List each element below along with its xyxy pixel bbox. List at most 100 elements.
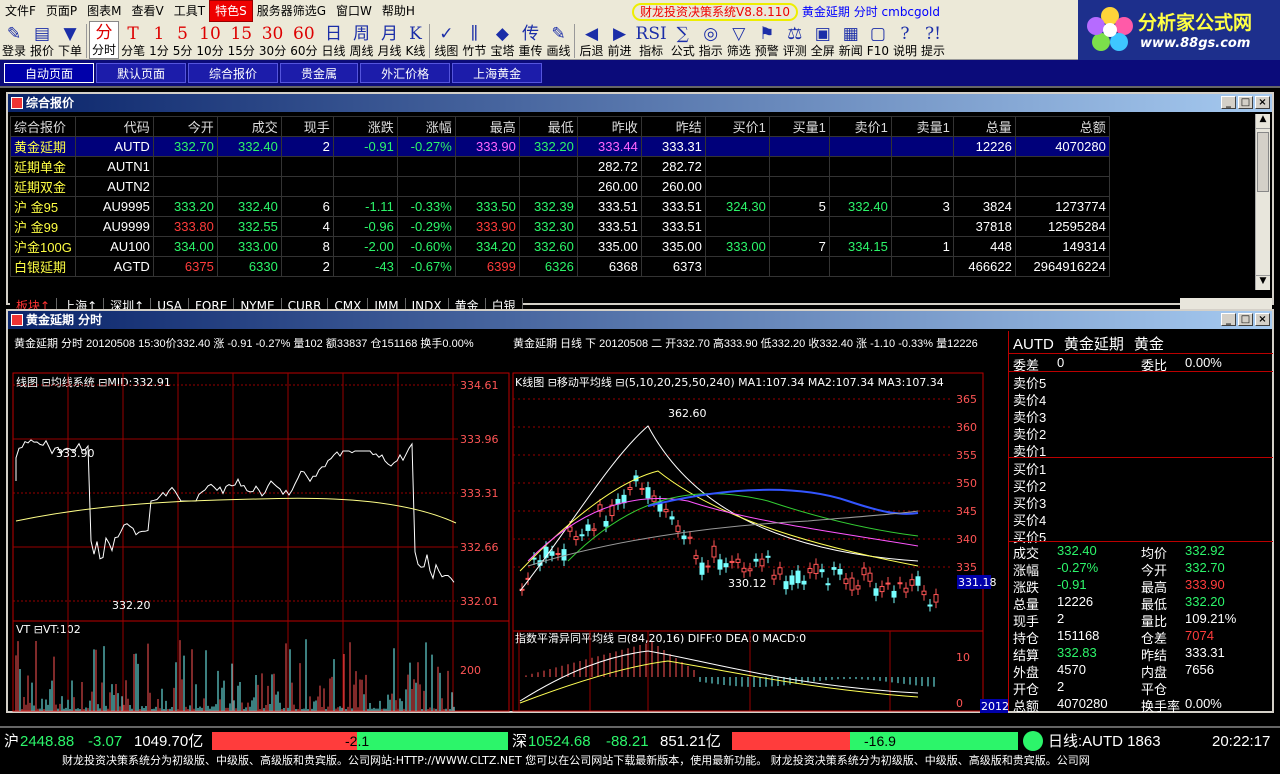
vertical-scrollbar[interactable]: ▲ ▼: [1255, 114, 1270, 290]
toolbar-button[interactable]: 10 10分: [194, 21, 225, 59]
minimize-button[interactable]: _: [1221, 313, 1236, 326]
charts-canvas[interactable]: 线图 ⊟均线系统 ⊟MID:332.91 VT ⊟VT:102 334.61 333.…: [8, 331, 1008, 713]
quote-table: 综合报价 代码 今开 成交 现手 涨跌 涨幅 最高 最低 昨收 昨结 买价1 买量1 卖价1 卖量1 总量 总额…: [10, 116, 1110, 277]
column-header[interactable]: 卖量1: [890, 116, 954, 137]
toolbar-button[interactable]: ✎ 登录: [0, 21, 28, 59]
side-cell: 7074: [1185, 628, 1214, 643]
toolbar-button[interactable]: ▼ 下单: [56, 21, 84, 59]
menu-item[interactable]: 工具T: [169, 1, 210, 21]
table-row[interactable]: 沪 金95 AU9995 333.20 332.40 6 -1.11 -0.33% 333.5…: [10, 196, 1110, 217]
column-header[interactable]: 最高: [454, 116, 520, 137]
close-button[interactable]: ×: [1255, 96, 1270, 109]
toolbar-button[interactable]: ▤ 报价: [28, 21, 56, 59]
menu-item[interactable]: 文件F: [0, 1, 41, 21]
candle-body: [921, 590, 927, 596]
scroll-down-icon[interactable]: ▼: [1256, 275, 1270, 290]
table-cell: 4070280: [1014, 136, 1110, 157]
page-tab[interactable]: 综合报价: [188, 63, 279, 83]
column-header[interactable]: 买量1: [768, 116, 830, 137]
column-header[interactable]: 昨收: [576, 116, 642, 137]
toolbar-button[interactable]: ✓ 线图: [432, 21, 460, 59]
table-row[interactable]: 黄金延期 AUTD 332.70 332.40 2 -0.91 -0.27% 333.90 33…: [10, 136, 1110, 157]
table-row[interactable]: 沪 金99 AU9999 333.80 332.55 4 -0.96 -0.29% 333.9…: [10, 216, 1110, 237]
menu-item[interactable]: 窗口W: [331, 1, 377, 21]
page-tab[interactable]: 默认页面: [96, 63, 187, 83]
page-tab[interactable]: 贵金属: [280, 63, 359, 83]
maximize-button[interactable]: □: [1238, 313, 1253, 326]
toolbar-button[interactable]: ▣ 全屏: [809, 21, 837, 59]
toolbar-button[interactable]: 30 30分: [257, 21, 288, 59]
table-row[interactable]: 沪金100G AU100 334.00 333.00 8 -2.00 -0.60% 334.2…: [10, 236, 1110, 257]
menu-item[interactable]: 页面P: [41, 1, 82, 21]
table-cell: 3: [890, 196, 954, 217]
column-header[interactable]: 成交: [216, 116, 282, 137]
news-ticker: 财龙投资决策系统分为初级版、中级版、高级版和贵宾版。公司网站:HTTP://WW…: [0, 752, 1280, 770]
toolbar-button[interactable]: 5 5分: [171, 21, 195, 59]
column-header[interactable]: 现手: [280, 116, 334, 137]
toolbar-button[interactable]: ⚑ 预警: [753, 21, 781, 59]
page-tab[interactable]: 上海黄金: [452, 63, 543, 83]
toolbar-button[interactable]: ✎ 画线: [544, 21, 572, 59]
column-header[interactable]: 总量: [952, 116, 1016, 137]
toolbar-button[interactable]: 日日线: [319, 21, 347, 59]
close-button[interactable]: ×: [1255, 313, 1270, 326]
toolbar-button[interactable]: T 分笔: [119, 21, 147, 59]
menu-item[interactable]: 服务器筛选G: [252, 1, 331, 21]
column-header[interactable]: 综合报价: [10, 116, 76, 137]
column-header[interactable]: 总额: [1014, 116, 1110, 137]
candle-body: [765, 555, 771, 558]
table-cell: 260.00: [576, 176, 642, 197]
table-row[interactable]: 延期双金 AUTN2 260.00 260.00: [10, 176, 1110, 197]
toolbar-button[interactable]: K K线: [404, 21, 428, 59]
column-header[interactable]: 卖价1: [828, 116, 892, 137]
toolbar-button[interactable]: ∑ 公式: [669, 21, 697, 59]
menu-item[interactable]: 查看V: [127, 1, 169, 21]
sz-value: 10524.68: [528, 733, 591, 750]
toolbar-button[interactable]: 15 15分: [226, 21, 257, 59]
column-header[interactable]: 代码: [74, 116, 154, 137]
toolbar-button[interactable]: 分分时: [89, 21, 120, 59]
toolbar-button[interactable]: 周周线: [348, 21, 376, 59]
toolbar-button[interactable]: ◎ 指示: [697, 21, 725, 59]
side-cell: 4570: [1057, 662, 1086, 677]
toolbar-button[interactable]: ◆ 宝塔: [488, 21, 516, 59]
menu-item[interactable]: 图表M: [82, 1, 126, 21]
minimize-button[interactable]: _: [1221, 96, 1236, 109]
toolbar-button[interactable]: 月月线: [376, 21, 404, 59]
column-header[interactable]: 涨跌: [332, 116, 398, 137]
table-row[interactable]: 白银延期 AGTD 6375 6330 2 -43 -0.67% 6399 6326 6368 63…: [10, 256, 1110, 277]
menu-item[interactable]: 帮助H: [377, 1, 420, 21]
toolbar-button[interactable]: ▢ F10: [865, 21, 891, 59]
toolbar-button[interactable]: RSI 指标: [634, 21, 669, 59]
sh-strength-fill: [212, 732, 357, 750]
toolbar-button[interactable]: ? 说明: [891, 21, 919, 59]
column-header[interactable]: 涨幅: [396, 116, 456, 137]
toolbar-button[interactable]: ◀ 后退: [577, 21, 605, 59]
ma5-line: [647, 488, 919, 515]
table-cell: 333.51: [576, 216, 642, 237]
toolbar-button[interactable]: ▶ 前进: [606, 21, 634, 59]
page-tab[interactable]: 外汇价格: [360, 63, 451, 83]
table-cell: [1014, 176, 1110, 197]
page-tab[interactable]: 自动页面: [4, 63, 95, 83]
table-cell: 333.90: [454, 216, 520, 237]
table-row[interactable]: 延期单金 AUTN1 282.72 282.72: [10, 156, 1110, 177]
toolbar-button[interactable]: ⚖ 评测: [781, 21, 809, 59]
toolbar-button[interactable]: ∥ 竹节: [460, 21, 488, 59]
column-header[interactable]: 今开: [152, 116, 218, 137]
toolbar-label: 5分: [172, 44, 193, 58]
toolbar-button[interactable]: ▦ 新闻: [837, 21, 865, 59]
toolbar-button[interactable]: 1 1分: [147, 21, 171, 59]
scroll-up-icon[interactable]: ▲: [1256, 114, 1270, 129]
column-header[interactable]: 最低: [518, 116, 578, 137]
column-header[interactable]: 买价1: [704, 116, 770, 137]
toolbar-button[interactable]: 60 60分: [288, 21, 319, 59]
side-cell: 0: [1057, 355, 1065, 370]
scroll-thumb[interactable]: [1257, 132, 1269, 192]
toolbar-button[interactable]: 传重传: [516, 21, 544, 59]
column-header[interactable]: 昨结: [640, 116, 706, 137]
toolbar-button[interactable]: ▽ 筛选: [725, 21, 753, 59]
toolbar-button[interactable]: ?! 提示: [919, 21, 947, 59]
menu-item[interactable]: 特色S: [209, 0, 253, 22]
maximize-button[interactable]: □: [1238, 96, 1253, 109]
